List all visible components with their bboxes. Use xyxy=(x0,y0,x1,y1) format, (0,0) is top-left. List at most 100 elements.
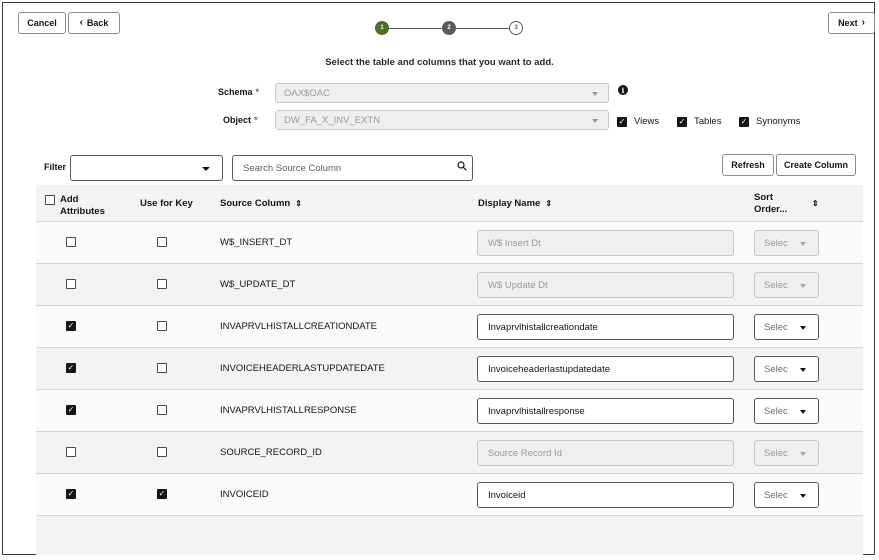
sort-order-select-value: Selec xyxy=(764,405,788,417)
next-button-label: Next xyxy=(838,18,858,28)
step-3-indicator[interactable]: 3 xyxy=(509,21,523,35)
sort-icon: ⇕ xyxy=(545,199,553,208)
chevron-down-icon xyxy=(800,326,806,330)
chevron-down-icon xyxy=(800,284,806,288)
sort-order-select[interactable]: Selec xyxy=(754,440,819,466)
refresh-button[interactable]: Refresh xyxy=(722,154,774,176)
use-for-key-checkbox[interactable] xyxy=(157,279,167,289)
tables-checkbox-group[interactable]: ✓ Tables xyxy=(677,116,721,127)
chevron-down-icon xyxy=(202,167,210,171)
chevron-down-icon xyxy=(800,242,806,246)
header-add-attributes-line2: Attributes xyxy=(60,206,105,217)
instructions-text: Select the table and columns that you wa… xyxy=(325,57,554,68)
info-icon[interactable]: i xyxy=(618,85,628,95)
object-select[interactable]: DW_FA_X_INV_EXTN xyxy=(275,110,609,130)
source-column-name: INVAPRVLHISTALLRESPONSE xyxy=(220,405,357,416)
display-name-input[interactable] xyxy=(477,272,734,298)
select-all-checkbox[interactable] xyxy=(45,195,55,205)
views-checkbox[interactable]: ✓ xyxy=(617,116,627,127)
table-row: ✓ ✓ INVOICEID Selec xyxy=(36,474,863,516)
display-name-input[interactable] xyxy=(477,440,734,466)
add-attribute-checkbox[interactable] xyxy=(66,447,76,457)
step-1-indicator[interactable]: 1 xyxy=(375,21,389,35)
header-display-name[interactable]: Display Name ⇕ xyxy=(478,198,552,209)
create-column-button-label: Create Column xyxy=(783,160,848,170)
step-1-label: 1 xyxy=(380,25,384,31)
views-checkbox-group[interactable]: ✓ Views xyxy=(617,116,659,127)
sort-order-select[interactable]: Selec xyxy=(754,398,819,424)
use-for-key-checkbox[interactable] xyxy=(157,237,167,247)
source-column-name: W$_UPDATE_DT xyxy=(220,279,296,290)
display-name-input[interactable] xyxy=(477,398,734,424)
search-source-column-input[interactable] xyxy=(232,155,473,181)
schema-required-mark: * xyxy=(255,87,260,97)
use-for-key-checkbox[interactable] xyxy=(157,405,167,415)
sort-order-select[interactable]: Selec xyxy=(754,314,819,340)
add-attribute-checkbox[interactable] xyxy=(66,237,76,247)
step-connector-1 xyxy=(389,28,442,29)
add-attribute-checkbox[interactable]: ✓ xyxy=(66,363,76,373)
tables-checkbox[interactable]: ✓ xyxy=(677,116,687,127)
sort-order-sort-icon[interactable]: ⇕ xyxy=(807,198,819,209)
chevron-right-icon: › xyxy=(861,17,865,28)
sort-order-select-value: Selec xyxy=(764,489,788,501)
next-button[interactable]: Next › xyxy=(828,12,875,34)
display-name-input[interactable] xyxy=(477,356,734,382)
sort-icon: ⇕ xyxy=(812,199,819,208)
schema-select-value: OAX$OAC xyxy=(284,87,330,99)
sort-icon: ⇕ xyxy=(295,199,302,208)
step-2-indicator[interactable]: 2 xyxy=(442,21,456,35)
step-connector-2 xyxy=(456,28,509,29)
synonyms-checkbox[interactable]: ✓ xyxy=(739,116,749,127)
use-for-key-checkbox[interactable] xyxy=(157,363,167,373)
header-source-column[interactable]: Source Column ⇕ xyxy=(220,198,302,209)
step-2-label: 2 xyxy=(447,25,451,31)
search-icon[interactable] xyxy=(457,161,467,171)
header-sort-order-line1: Sort xyxy=(754,192,773,203)
filter-select[interactable] xyxy=(70,155,223,181)
add-attribute-checkbox[interactable] xyxy=(66,279,76,289)
table-row: SOURCE_RECORD_ID Selec xyxy=(36,432,863,474)
object-label: Object * xyxy=(223,115,258,125)
sort-order-select[interactable]: Selec xyxy=(754,482,819,508)
chevron-down-icon xyxy=(592,119,598,123)
sort-order-select-value: Selec xyxy=(764,237,788,249)
table-row: ✓ INVOICEHEADERLASTUPDATEDATE Selec xyxy=(36,348,863,390)
info-icon-glyph: i xyxy=(621,85,625,95)
table-row: W$_UPDATE_DT Selec xyxy=(36,264,863,306)
schema-select[interactable]: OAX$OAC xyxy=(275,83,609,103)
sort-order-select-value: Selec xyxy=(764,321,788,333)
sort-order-select[interactable]: Selec xyxy=(754,356,819,382)
sort-order-select-value: Selec xyxy=(764,447,788,459)
synonyms-checkbox-group[interactable]: ✓ Synonyms xyxy=(739,116,800,127)
display-name-input[interactable] xyxy=(477,314,734,340)
use-for-key-checkbox[interactable] xyxy=(157,321,167,331)
refresh-button-label: Refresh xyxy=(731,160,765,170)
header-sort-order[interactable]: Sort Order... xyxy=(754,192,787,216)
display-name-input[interactable] xyxy=(477,230,734,256)
add-attribute-checkbox[interactable]: ✓ xyxy=(66,321,76,331)
schema-label-text: Schema xyxy=(218,87,253,97)
cancel-button[interactable]: Cancel xyxy=(18,12,66,34)
add-attribute-checkbox[interactable]: ✓ xyxy=(66,405,76,415)
header-display-name-text: Display Name xyxy=(478,198,541,209)
create-column-button[interactable]: Create Column xyxy=(776,154,856,176)
filter-label: Filter xyxy=(44,162,67,172)
source-column-name: W$_INSERT_DT xyxy=(220,237,293,248)
add-attribute-checkbox[interactable]: ✓ xyxy=(66,489,76,499)
chevron-down-icon xyxy=(800,452,806,456)
back-button-label: Back xyxy=(86,18,109,28)
chevron-down-icon xyxy=(592,92,598,96)
display-name-input[interactable] xyxy=(477,482,734,508)
use-for-key-checkbox[interactable] xyxy=(157,447,167,457)
back-button[interactable]: ‹ Back xyxy=(68,12,120,34)
source-column-name: INVOICEID xyxy=(220,489,269,500)
sort-order-select[interactable]: Selec xyxy=(754,272,819,298)
use-for-key-checkbox[interactable]: ✓ xyxy=(157,489,167,499)
header-use-for-key: Use for Key xyxy=(140,198,193,209)
header-add-attributes-line1: Add xyxy=(60,194,79,205)
tables-checkbox-label: Tables xyxy=(694,116,722,127)
step-3-label: 3 xyxy=(514,25,518,31)
header-add-attributes: Add Attributes xyxy=(45,194,105,218)
sort-order-select[interactable]: Selec xyxy=(754,230,819,256)
